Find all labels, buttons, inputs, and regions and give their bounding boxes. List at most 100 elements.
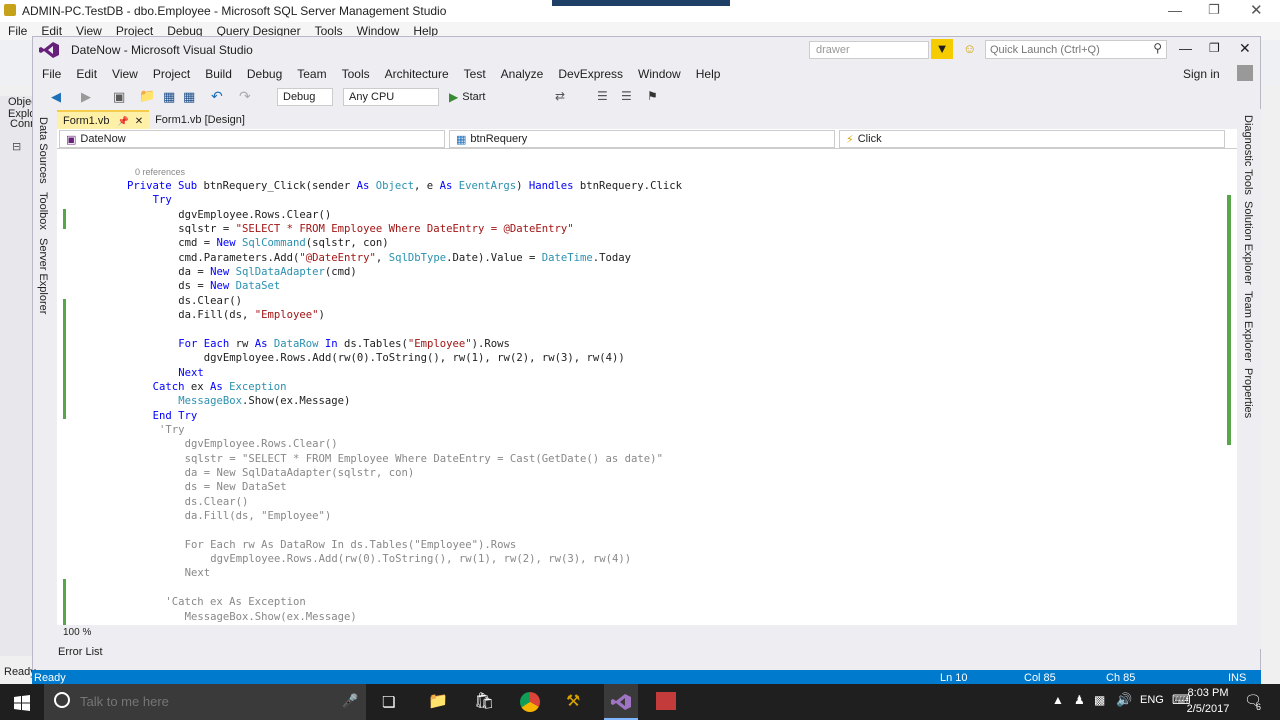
code-line[interactable]: ds.Clear() [185,495,249,509]
open-folder-icon[interactable]: 📁 [139,88,155,104]
people-icon[interactable]: ♟ [1074,693,1085,707]
toolbar-comment-icon[interactable]: ☰ [597,89,608,103]
microphone-icon[interactable]: 🎤 [342,693,358,709]
right-strip-diagnostic-tools[interactable]: Diagnostic Tools [1242,115,1254,195]
toolbar-uncomment-icon[interactable]: ☰ [621,89,632,103]
close-tab-icon[interactable]: ✕ [135,116,143,127]
left-strip-toolbox[interactable]: Toolbox [37,192,49,230]
left-strip-server-explorer[interactable]: Server Explorer [37,238,49,314]
code-line[interactable]: ds = New DataSet [185,480,287,494]
vs-menu-debug[interactable]: Debug [247,67,282,81]
search-icon[interactable]: ⚲ [1153,41,1162,55]
chrome-icon[interactable] [520,692,540,712]
right-strip-solution-explorer[interactable]: Solution Explorer [1242,201,1254,285]
code-line[interactable]: da = New SqlDataAdapter(cmd) [178,265,357,279]
code-line[interactable]: Next [178,366,204,380]
store-icon[interactable]: 🛍 [474,691,494,711]
code-line[interactable]: 'Try [159,423,185,437]
code-line[interactable]: Try [153,193,172,207]
code-line[interactable]: dgvEmployee.Rows.Add(rw(0).ToString(), r… [210,552,631,566]
windows-start-icon[interactable] [14,695,30,711]
code-line[interactable]: ds = New DataSet [178,279,280,293]
vs-restore-button[interactable]: ❐ [1209,41,1220,55]
network-icon[interactable]: ▩ [1094,693,1105,707]
code-editor[interactable]: 0 references Private Sub btnRequery_Clic… [57,149,1237,625]
code-line[interactable]: sqlstr = "SELECT * FROM Employee Where D… [185,452,663,466]
code-line[interactable]: cmd.Parameters.Add("@DateEntry", SqlDbTy… [178,251,631,265]
back-arrow-icon[interactable]: ◀ [51,89,61,105]
new-project-icon[interactable]: ▣ [113,89,125,105]
vs-menu-team[interactable]: Team [297,67,326,81]
vs-menu-edit[interactable]: Edit [76,67,97,81]
quick-launch-input[interactable] [986,41,1142,59]
toolbar-step-icon[interactable]: ⇄ [555,89,565,103]
code-line[interactable]: For Each rw As DataRow In ds.Tables("Emp… [178,337,510,351]
vs-close-button[interactable]: ✕ [1239,40,1251,57]
language-indicator[interactable]: ENG [1140,694,1164,706]
vs-menu-window[interactable]: Window [638,67,681,81]
vs-taskbar-button[interactable] [604,684,638,720]
object-dropdown[interactable]: ▦ btnRequery [449,130,835,148]
event-dropdown[interactable]: ⚡ Click [839,130,1225,148]
tray-chevron-icon[interactable]: ▲ [1052,693,1064,707]
taskbar-search-input[interactable] [78,693,322,710]
code-line[interactable]: ds.Clear() [178,294,242,308]
bookmark-icon[interactable]: ⚑ [647,89,658,103]
references-codelens[interactable]: 0 references [135,167,185,177]
save-all-icon[interactable]: ▦ [183,89,195,105]
right-strip-properties[interactable]: Properties [1242,368,1254,418]
redo-icon[interactable]: ↷ [239,88,251,105]
clock-time[interactable]: 8:03 PM [1186,687,1230,699]
vs-menu-test[interactable]: Test [464,67,486,81]
vs-minimize-button[interactable]: — [1179,41,1192,56]
code-line[interactable]: Private Sub btnRequery_Click(sender As O… [127,179,682,193]
code-line[interactable]: 'Catch ex As Exception [165,595,305,609]
zoom-level[interactable]: 100 % [63,627,91,638]
vs-menu-tools[interactable]: Tools [342,67,370,81]
code-line[interactable]: Catch ex As Exception [153,380,287,394]
start-button[interactable]: ▶ Start [449,88,485,106]
task-view-icon[interactable]: ❏ [382,693,395,711]
drawer-field[interactable]: drawer [809,41,929,59]
right-strip-team-explorer[interactable]: Team Explorer [1242,291,1254,362]
code-line[interactable]: MessageBox.Show(ex.Message) [185,610,357,624]
quick-launch-box[interactable]: ⚲ [985,40,1167,59]
project-dropdown[interactable]: ▣ DateNow [59,130,445,148]
filter-icon[interactable]: ▼ [931,39,953,59]
code-line[interactable]: cmd = New SqlCommand(sqlstr, con) [178,236,389,250]
vs-menu-devexpress[interactable]: DevExpress [558,67,623,81]
left-strip-data-sources[interactable]: Data Sources [37,117,49,184]
error-list-tab[interactable]: Error List [58,646,103,658]
undo-icon[interactable]: ↶ [211,88,223,105]
code-line[interactable]: da.Fill(ds, "Employee") [185,509,332,523]
ssms-menu-file[interactable]: File [8,24,27,38]
editor-tab-0[interactable]: Form1.vb 📌 ✕ [57,110,150,130]
ssms-maximize-button[interactable]: ❐ [1208,2,1220,18]
code-line[interactable]: dgvEmployee.Rows.Clear() [178,208,331,222]
save-icon[interactable]: ▦ [163,89,175,105]
code-line[interactable]: dgvEmployee.Rows.Clear() [185,437,338,451]
clock-date[interactable]: 2/5/2017 [1182,703,1234,715]
vs-menu-view[interactable]: View [112,67,138,81]
forward-arrow-icon[interactable]: ▶ [81,89,91,105]
vs-menu-architecture[interactable]: Architecture [385,67,449,81]
code-line[interactable]: dgvEmployee.Rows.Add(rw(0).ToString(), r… [204,351,625,365]
code-line[interactable]: MessageBox.Show(ex.Message) [178,394,350,408]
vs-menu-project[interactable]: Project [153,67,190,81]
sign-in-link[interactable]: Sign in [1183,67,1220,81]
code-line[interactable]: da = New SqlDataAdapter(sqlstr, con) [185,466,415,480]
code-line[interactable]: sqlstr = "SELECT * FROM Employee Where D… [178,222,573,236]
feedback-smiley-icon[interactable]: ☺ [963,41,976,56]
platform-dropdown[interactable]: Any CPU [343,88,439,106]
vs-menu-build[interactable]: Build [205,67,232,81]
ssms-taskbar-icon[interactable]: ⚒ [566,691,580,711]
code-line[interactable]: Next [185,566,211,580]
vs-menu-help[interactable]: Help [696,67,721,81]
ssms-close-button[interactable]: ✕ [1250,1,1263,19]
ssms-collapse-icon[interactable]: ⊟ [12,140,21,153]
config-dropdown[interactable]: Debug [277,88,333,106]
code-line[interactable]: End Try [153,409,198,423]
vs-menu-file[interactable]: File [42,67,61,81]
vs-menu-analyze[interactable]: Analyze [501,67,544,81]
file-explorer-icon[interactable]: 📁 [428,691,448,711]
